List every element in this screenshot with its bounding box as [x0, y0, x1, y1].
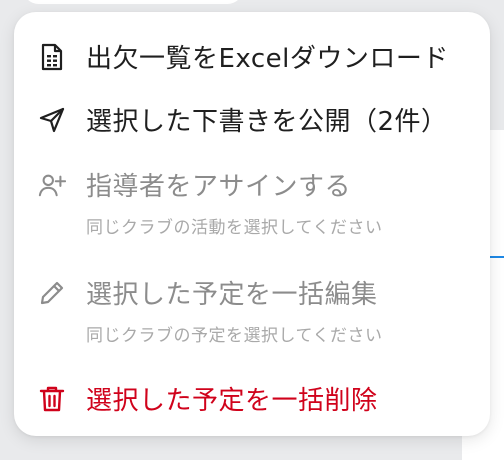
trash-icon: [38, 385, 66, 413]
menu-item-bulk-edit[interactable]: 選択した予定を一括編集: [38, 274, 470, 311]
send-icon: [38, 106, 66, 134]
menu-item-hint: 同じクラブの活動を選択してください: [86, 213, 382, 238]
menu-item-bulk-delete[interactable]: 選択した予定を一括削除: [38, 380, 470, 417]
bulk-actions-menu: 出欠一覧をExcelダウンロード 選択した下書きを公開（2件） 指導者をアサイン…: [14, 12, 490, 436]
menu-item-label: 選択した予定を一括編集: [86, 274, 378, 311]
menu-item-excel-download[interactable]: 出欠一覧をExcelダウンロード: [38, 38, 470, 75]
pencil-icon: [38, 279, 66, 307]
menu-item-publish-drafts[interactable]: 選択した下書きを公開（2件）: [38, 101, 470, 138]
menu-item-label: 選択した予定を一括削除: [86, 380, 378, 417]
menu-item-assign-coach[interactable]: 指導者をアサインする: [38, 166, 470, 203]
menu-item-hint: 同じクラブの予定を選択してください: [86, 321, 382, 346]
menu-item-label: 出欠一覧をExcelダウンロード: [86, 38, 449, 75]
add-user-icon: [38, 171, 66, 199]
spreadsheet-file-icon: [38, 43, 66, 71]
background-element: [22, 0, 244, 4]
menu-item-label: 指導者をアサインする: [86, 166, 351, 203]
menu-item-label: 選択した下書きを公開（2件）: [86, 101, 448, 138]
